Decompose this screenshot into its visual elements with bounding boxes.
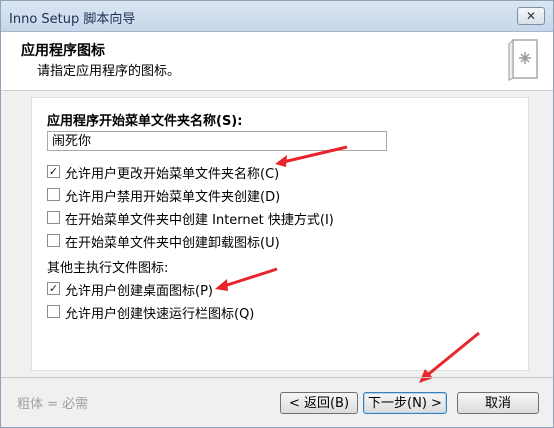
- checkmark-icon: ✓: [48, 282, 59, 295]
- page-subtitle: 请指定应用程序的图标。: [37, 64, 181, 79]
- other-option-checkbox-0[interactable]: ✓: [47, 282, 60, 295]
- wizard-page-icon: [508, 38, 538, 81]
- option-label-1[interactable]: 允许用户禁用开始菜单文件夹创建(D): [65, 186, 280, 205]
- title-bar[interactable]: Inno Setup 脚本向导 ✕: [1, 1, 553, 32]
- other-option-label-1[interactable]: 允许用户创建快速运行栏图标(Q): [65, 303, 254, 322]
- cancel-button[interactable]: 取消: [457, 392, 539, 414]
- other-option-label-0[interactable]: 允许用户创建桌面图标(P): [65, 280, 213, 299]
- other-icons-heading: 其他主执行文件图标:: [47, 261, 169, 276]
- option-label-3[interactable]: 在开始菜单文件夹中创建卸载图标(U): [65, 232, 280, 251]
- back-button[interactable]: < 返回(B): [280, 392, 358, 414]
- next-button[interactable]: 下一步(N) >: [363, 392, 447, 414]
- folder-name-label: 应用程序开始菜单文件夹名称(S):: [47, 114, 243, 129]
- close-button[interactable]: ✕: [517, 7, 545, 25]
- other-option-checkbox-1[interactable]: [47, 305, 60, 318]
- option-label-0[interactable]: 允许用户更改开始菜单文件夹名称(C): [65, 163, 279, 182]
- window-title: Inno Setup 脚本向导: [9, 12, 136, 27]
- wizard-header: 应用程序图标 请指定应用程序的图标。: [1, 32, 553, 91]
- option-checkbox-0[interactable]: ✓: [47, 165, 60, 178]
- checkmark-icon: ✓: [48, 165, 59, 178]
- option-checkbox-2[interactable]: [47, 211, 60, 224]
- option-label-2[interactable]: 在开始菜单文件夹中创建 Internet 快捷方式(I): [65, 209, 334, 228]
- option-checkbox-3[interactable]: [47, 234, 60, 247]
- footer-divider: [1, 377, 553, 378]
- wizard-window: Inno Setup 脚本向导 ✕ 应用程序图标 请指定应用程序的图标。 应用程…: [0, 0, 554, 428]
- required-legend: 粗体 = 必需: [17, 397, 89, 412]
- page-title: 应用程序图标: [21, 43, 105, 59]
- folder-name-input[interactable]: 闹死你: [47, 131, 387, 151]
- option-checkbox-1[interactable]: [47, 188, 60, 201]
